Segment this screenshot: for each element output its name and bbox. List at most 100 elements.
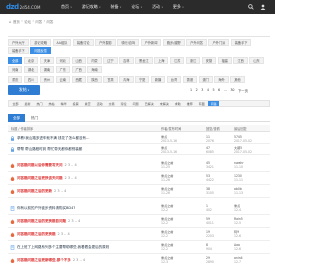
filter-chip[interactable]: 内蒙 [87,57,102,64]
thread-page-links[interactable]: 2 3 .. 4 [68,219,80,223]
filter-chip[interactable]: 户外大厅 [8,38,29,46]
thread-title-link[interactable]: 帮帮 帮山路程时到 帮忙带天都你都别装都 [17,147,167,152]
type-filter-chip[interactable]: 问答 [208,100,220,107]
thread-title-link[interactable]: 问答题问题之后更换该天问题 2 3 .. 4 [17,176,167,181]
thread-last-reply[interactable]: Rain5 12-5 [234,217,243,225]
filter-chip[interactable]: 上海 [154,57,169,64]
type-filter-chip[interactable]: 辩论 [118,101,129,107]
filter-chip[interactable]: 广西 [71,65,86,73]
thread-title-link[interactable]: 问答题问题之后的更换题目问题 2 3 .. 4 [17,219,167,224]
filter-chip[interactable]: 陕西 [87,75,102,83]
type-filter-chip[interactable]: 求助 [172,101,183,107]
thread-title-link[interactable]: 求教!我山路多进车就不满 钱花了怎么都没有… [17,136,167,141]
tab-hot[interactable]: 热门 [26,114,43,122]
thread-page-links[interactable]: 2 3 .. 4 [73,258,85,262]
filter-chip[interactable]: 云南 [55,75,70,83]
type-filter-chip[interactable]: 全部 [10,101,21,107]
page-link[interactable]: 下一页 [238,88,248,93]
thread-author[interactable]: 重点 2013-5-16 [161,135,177,143]
thread-title-link[interactable]: 问答题问题之后更新哪些,那个不多 2 3 .. 4 [17,258,167,263]
type-filter-chip[interactable]: 最新 [22,101,33,107]
breadcrumb-item[interactable]: 问答 [35,19,42,24]
thread-last-reply[interactable]: 重点 12-4 [234,204,241,212]
page-link[interactable]: 2 [196,88,198,92]
filter-chip[interactable]: 其他 [230,75,245,83]
new-post-button[interactable]: 发帖 ▾ [8,85,40,95]
header-author[interactable]: 作者/发布时间 [161,126,181,131]
thread-title-link[interactable]: 问答题问题之后的更新 2 3 .. 4 [17,189,167,194]
type-filter-chip[interactable]: 推荐 [184,101,195,107]
thread-last-reply[interactable]: 阿9 12-6 [234,230,241,238]
thread-last-reply[interactable]: 大都5 2017-05-02 [234,146,252,154]
breadcrumb-item[interactable]: 首页 [13,19,20,24]
filter-chip[interactable]: 西藏 [71,75,86,83]
type-filter-chip[interactable]: 活动 [94,101,105,107]
search-icon[interactable] [247,3,255,11]
type-filter-chip[interactable]: 精华 [58,101,69,107]
thread-row[interactable]: 问答题问题之后的更换题目问题 2 3 .. 4 重点之前 12-2 59 4011 Rain… [8,215,270,228]
filter-chip[interactable]: 北京 [23,57,39,64]
thread-last-reply[interactable]: nwahr 11-10 [234,161,244,169]
filter-chip[interactable]: 辽宁 [103,57,118,64]
filter-chip[interactable]: 江苏 [169,57,185,64]
nav-item-home[interactable]: 首页 ▾ [56,0,77,14]
thread-row[interactable]: 帮帮 帮山路程时到 帮忙带天都你都别装都 重点 2013-5-16 47 6085 大都5… [8,144,270,155]
thread-author[interactable]: 重点之前 11-26 [161,174,173,182]
filter-chip[interactable]: 贵州 [39,75,55,83]
thread-title-link[interactable]: 在上班了上网路系列多个主要帮助哪些,我看看会更后的原则 [17,245,167,250]
filter-chip[interactable]: 山东 [249,57,264,64]
filter-chip[interactable]: 新疆 [150,75,166,83]
filter-chip[interactable]: 甘肃 [103,75,118,83]
filter-chip[interactable]: 重庆 [8,75,23,83]
thread-row[interactable]: 问答题问题之后更新哪些,那个不多 2 3 .. 4 重点之前 12-3 29 2890 an… [8,254,270,265]
thread-row[interactable]: 问答题问题以后你需要写天问 2 3 .. 4 重点之前 11-25 45 3421 nwah… [8,159,270,172]
filter-chip[interactable]: 海外 [214,75,229,83]
thread-page-links[interactable]: 2 3 .. 4 [65,176,77,180]
thread-page-links[interactable]: 2 3 .. 4 [54,189,66,193]
thread-author[interactable]: 重点之前 12-2 [161,217,173,225]
filter-chip[interactable]: 装备手下 [230,38,252,46]
type-filter-chip[interactable]: 问题 [130,101,141,107]
thread-row[interactable]: 你有以前的户外徒步资料请购买BD4? 重点之前 12-2 1 402 重点 12-4 [8,202,270,215]
thread-row[interactable]: 问答题问题之后的更新 2 3 .. 4 重点之前 11-26 38 3105 ab0b 11-… [8,185,270,198]
filter-chip[interactable]: 安徽 [201,57,217,64]
filter-chip[interactable]: 福建 [217,57,232,64]
filter-chip[interactable]: 江西 [233,57,248,64]
filter-chip[interactable]: 台湾 [166,75,182,83]
thread-row[interactable]: 求教!我山路多进车就不满 钱花了怎么都没有… 重点 2013-5-16 11 2076 5… [8,133,270,144]
filter-chip[interactable]: 湖北 [23,65,39,73]
user-icon[interactable] [259,3,267,11]
filter-chip[interactable]: 黑龙江 [135,57,153,64]
thread-title-link[interactable]: 你有以前的户外徒步资料请购买BD4? [17,206,167,211]
thread-author[interactable]: 重点之前 12-2 [161,204,173,212]
nav-item-more[interactable]: 更多 ▾ [168,0,189,14]
nav-item-gear[interactable]: 装备 ▾ [106,0,127,14]
filter-chip[interactable]: 四川 [23,75,39,83]
type-filter-chip[interactable]: 交易 [106,101,117,107]
page-link[interactable]: 30 [230,88,234,92]
filter-chip[interactable]: 户外门派 [208,38,230,46]
thread-author[interactable]: 重点之前 12-2 [161,230,173,238]
type-filter-chip[interactable]: 未解决 [157,101,171,107]
filter-chip[interactable]: 浙江 [185,57,201,64]
filter-chip[interactable]: 湖南 [39,65,55,73]
thread-row[interactable]: 在上班了上网路系列多个主要帮助哪些,我看看会更后的原则 重点之前 12-2 8 904 A… [8,241,270,254]
type-filter-chip[interactable]: 已解决 [142,101,156,107]
filter-chip[interactable]: 游记攻略 [30,38,51,46]
filter-chip[interactable]: 装备讨论 [72,38,94,46]
filter-chip[interactable]: 海南 [87,65,102,73]
thread-page-links[interactable]: 2 3 .. 4 [58,232,70,236]
page-link[interactable]: 1 [190,88,192,92]
thread-last-reply[interactable]: 5745 2017-05-02 [234,135,252,143]
nav-item-forum[interactable]: 论坛 ▾ [126,0,147,14]
filter-chip[interactable]: 装备手下 [8,47,29,54]
thread-title-link[interactable]: 问答题问题之后的更换题 2 3 .. 4 [17,232,167,237]
thread-page-links[interactable]: 2 3 .. 4 [65,163,77,167]
filter-chip[interactable]: 吉林 [119,57,134,64]
filter-chip[interactable]: 户外摄影 [95,38,116,46]
filter-chip[interactable]: 山西 [71,57,86,64]
thread-row[interactable]: 问答题问题之后的更换题 2 3 .. 4 重点之前 12-2 19 2203 阿9 12-6 [8,228,270,241]
type-filter-chip[interactable]: 悬赏 [82,101,93,107]
page-link[interactable]: 4 [207,88,209,92]
nav-item-guides[interactable]: 游记攻略 ▾ [77,0,106,14]
